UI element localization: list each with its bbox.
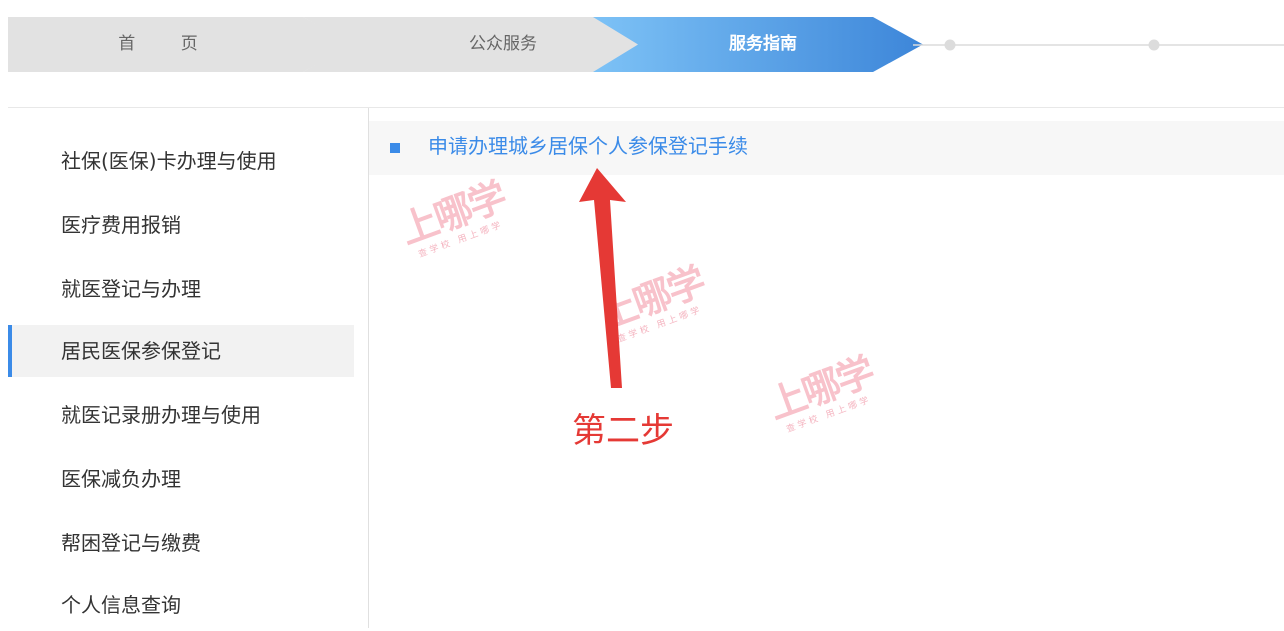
progress-dot-icon <box>944 39 956 51</box>
sidebar-item-reimbursement[interactable]: 医疗费用报销 <box>8 199 354 251</box>
sidebar-item-personal-info[interactable]: 个人信息查询 <box>8 579 354 631</box>
annotation-step-label: 第二步 <box>572 411 674 451</box>
sidebar-item-registration[interactable]: 就医登记与办理 <box>8 263 354 315</box>
sidebar-item-card[interactable]: 社保(医保)卡办理与使用 <box>8 135 354 187</box>
breadcrumb-service-guide-label: 服务指南 <box>729 34 797 54</box>
breadcrumb-progress-line <box>913 39 1284 51</box>
sidebar-item-medical-record[interactable]: 就医记录册办理与使用 <box>8 389 354 441</box>
sidebar-item-assistance[interactable]: 帮困登记与缴费 <box>8 517 354 569</box>
main-panel: 社保(医保)卡办理与使用 医疗费用报销 就医登记与办理 居民医保参保登记 就医记… <box>8 107 1284 628</box>
breadcrumb-step-home[interactable]: 首 页 <box>8 17 353 72</box>
breadcrumb-home-label: 首 页 <box>118 34 218 54</box>
square-bullet-icon <box>390 143 400 153</box>
progress-dot-icon <box>1148 39 1160 51</box>
sidebar: 社保(医保)卡办理与使用 医疗费用报销 就医登记与办理 居民医保参保登记 就医记… <box>8 108 369 628</box>
sidebar-item-burden-reduction[interactable]: 医保减负办理 <box>8 453 354 505</box>
sidebar-item-resident-insurance[interactable]: 居民医保参保登记 <box>8 325 354 377</box>
annotation-arrow-icon <box>579 168 626 388</box>
breadcrumb-step-service-guide[interactable]: 服务指南 <box>593 17 923 72</box>
list-item: 申请办理城乡居保个人参保登记手续 <box>369 121 1284 175</box>
